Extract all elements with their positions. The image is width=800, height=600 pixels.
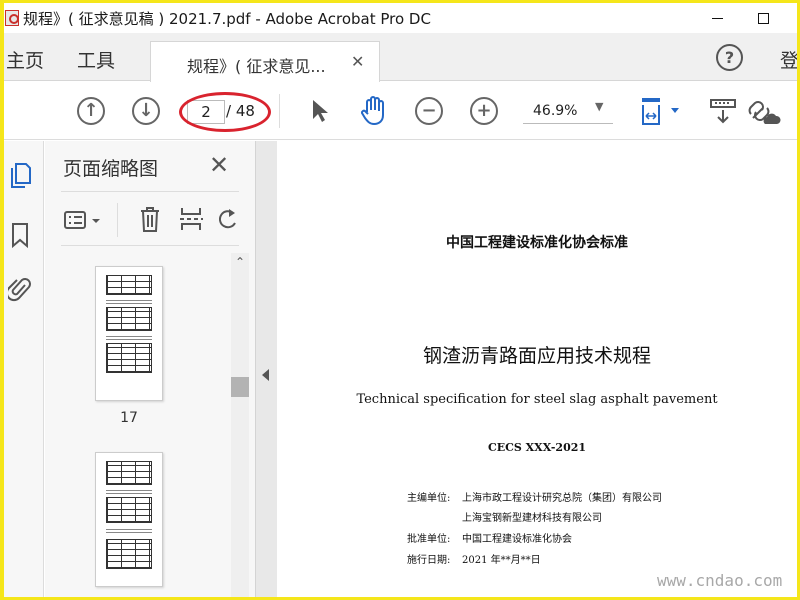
thumbnail-text xyxy=(106,488,152,494)
sign-in-link[interactable]: 登 xyxy=(780,46,797,73)
extract-pages-icon[interactable] xyxy=(179,205,203,233)
previous-page-button[interactable]: ↑ xyxy=(77,97,105,125)
thumbnail-page-label: 17 xyxy=(120,410,138,426)
red-highlight-ellipse xyxy=(179,92,271,132)
editor-label: 主编单位: xyxy=(407,493,451,504)
minimize-button[interactable] xyxy=(694,3,740,33)
left-navigation-strip xyxy=(4,141,44,597)
help-icon[interactable]: ? xyxy=(716,44,743,71)
thumbnail-text xyxy=(106,527,152,533)
chevron-left-icon xyxy=(262,369,269,381)
next-page-button[interactable]: ↓ xyxy=(132,97,160,125)
effective-date: 2021 年**月**日 xyxy=(462,555,541,566)
document-organization: 中国工程建设标准化协会标准 xyxy=(446,235,628,251)
toolbar-divider xyxy=(117,203,118,237)
thumbnail-table xyxy=(106,497,152,523)
thumbnail-table xyxy=(106,461,152,485)
page-thumbnail-18[interactable] xyxy=(95,452,163,587)
tab-tools[interactable]: 工具 xyxy=(77,46,115,73)
thumbnail-table xyxy=(106,275,152,295)
document-code: CECS XXX-2021 xyxy=(487,441,587,454)
toolbar: ↑ ↓ 2 / 48 − + 46.9% ▼ xyxy=(4,82,797,140)
chevron-up-icon[interactable]: ⌃ xyxy=(235,255,245,269)
options-menu-icon[interactable] xyxy=(63,209,103,231)
watermark: www.cndao.com xyxy=(657,571,783,590)
thumbnail-table xyxy=(106,539,152,569)
document-view: 中国工程建设标准化协会标准 钢渣沥青路面应用技术规程 Technical spe… xyxy=(277,141,797,597)
page-thumbnail-17[interactable] xyxy=(95,266,163,401)
scroll-thumb[interactable] xyxy=(231,377,249,397)
zoom-in-button[interactable]: + xyxy=(470,97,498,125)
close-tab-icon[interactable]: ✕ xyxy=(351,52,364,71)
minimize-icon xyxy=(711,17,723,19)
thumbnail-text xyxy=(106,334,152,340)
rotate-icon[interactable] xyxy=(219,207,239,231)
document-title-english: Technical specification for steel slag a… xyxy=(356,392,718,407)
bookmark-icon[interactable] xyxy=(8,221,32,249)
tab-bar: 主页 工具 规程》( 征求意见... ✕ ? 登 xyxy=(4,33,797,82)
zoom-select[interactable]: 46.9% ▼ xyxy=(523,98,613,124)
maximize-icon xyxy=(757,12,769,24)
tab-document[interactable]: 规程》( 征求意见... ✕ xyxy=(150,41,380,82)
panel-title: 页面缩略图 xyxy=(63,158,159,180)
scroll-mode-icon[interactable] xyxy=(710,98,736,126)
zoom-value: 46.9% xyxy=(533,103,578,119)
maximize-button[interactable] xyxy=(740,3,786,33)
approver: 中国工程建设标准化协会 xyxy=(462,534,572,545)
thumbnail-text xyxy=(106,298,152,304)
document-title-chinese: 钢渣沥青路面应用技术规程 xyxy=(422,345,651,367)
tab-home[interactable]: 主页 xyxy=(6,46,44,73)
divider xyxy=(61,245,239,246)
thumbnails-panel: 页面缩略图 ✕ 17 ⌃ xyxy=(45,141,255,597)
window-title: 规程》( 征求意见稿 ) 2021.7.pdf - Adobe Acrobat … xyxy=(23,10,431,28)
thumbnails-scrollbar[interactable]: ⌃ xyxy=(231,253,249,597)
close-icon[interactable]: ✕ xyxy=(209,151,229,179)
divider xyxy=(61,191,239,192)
thumbnails-list: 17 xyxy=(61,253,225,597)
page-thumbnails-icon[interactable] xyxy=(8,161,32,189)
attachment-icon[interactable] xyxy=(8,275,32,303)
chevron-down-icon: ▼ xyxy=(595,100,604,113)
editor-1: 上海市政工程设计研究总院（集团）有限公司 xyxy=(462,493,662,504)
thumbnail-toolbar xyxy=(61,201,239,241)
approver-label: 批准单位: xyxy=(407,534,451,545)
thumbnail-table xyxy=(106,307,152,331)
acrobat-app-icon xyxy=(5,10,19,26)
fit-page-icon[interactable] xyxy=(640,96,684,128)
acrobat-window: 规程》( 征求意见稿 ) 2021.7.pdf - Adobe Acrobat … xyxy=(4,3,797,597)
toolbar-divider xyxy=(279,94,280,128)
panel-collapse-bar[interactable] xyxy=(255,141,277,597)
zoom-out-button[interactable]: − xyxy=(415,97,443,125)
thumbnail-table xyxy=(106,343,152,373)
hand-tool-icon[interactable] xyxy=(360,96,388,126)
date-label: 施行日期: xyxy=(407,555,451,566)
share-link-icon[interactable] xyxy=(747,98,783,126)
select-arrow-icon[interactable] xyxy=(310,98,330,124)
title-bar: 规程》( 征求意见稿 ) 2021.7.pdf - Adobe Acrobat … xyxy=(4,3,797,33)
document-tab-label: 规程》( 征求意见... xyxy=(187,57,326,76)
trash-icon[interactable] xyxy=(139,205,161,233)
editor-2: 上海宝钢新型建材科技有限公司 xyxy=(462,513,602,524)
